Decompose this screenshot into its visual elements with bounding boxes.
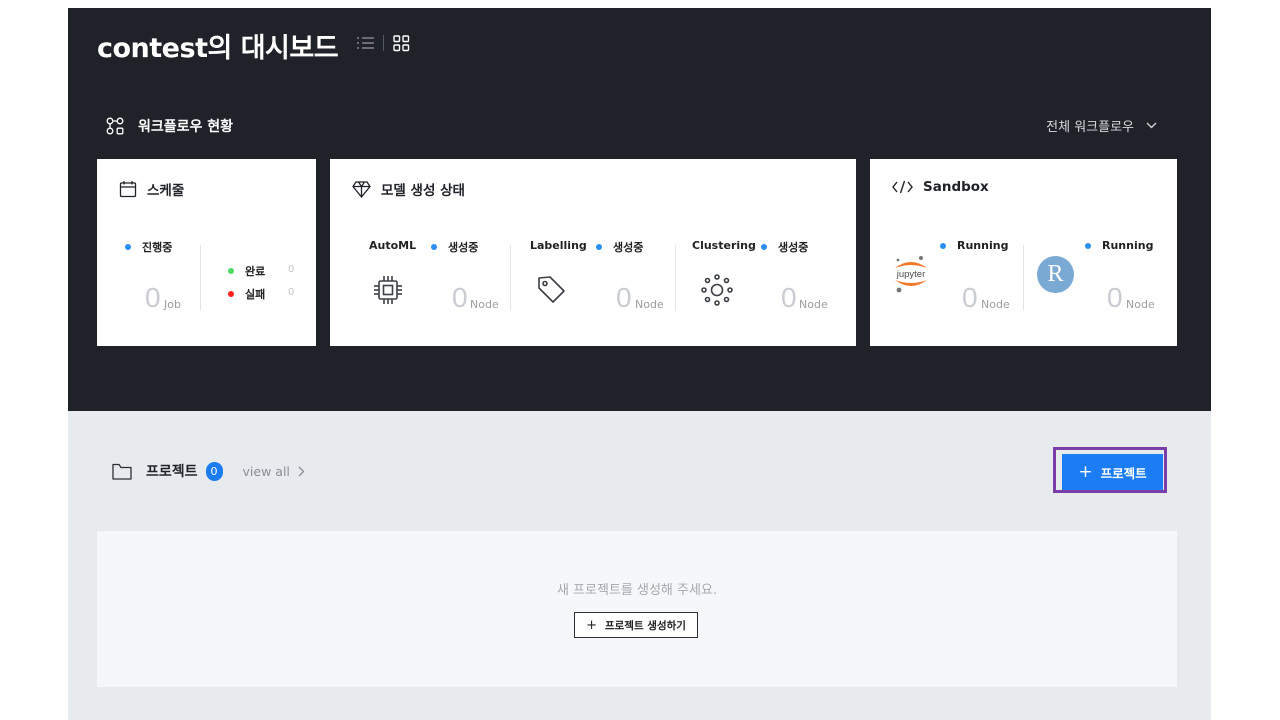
- schedule-divider: [200, 245, 201, 311]
- cluster-icon: [700, 273, 734, 311]
- status-dot: [431, 244, 437, 250]
- chevron-down-icon: [1146, 122, 1157, 129]
- add-project-label: 프로젝트: [1100, 465, 1147, 481]
- r-unit: Node: [1126, 298, 1155, 311]
- model-card-title: 모델 생성 상태: [352, 179, 465, 199]
- jupyter-status: Running: [940, 239, 1008, 252]
- clustering-status-label: 생성중: [778, 241, 809, 254]
- model-status-card: 모델 생성 상태 AutoML 생성중 0 Node Labelling 생성중…: [330, 159, 856, 346]
- dashboard-frame: contest의 대시보드 워크플로우 현황 전체 워크플로우 스케줄 진행중 …: [68, 8, 1211, 720]
- r-count: 0: [1107, 282, 1123, 313]
- status-dot: [940, 242, 946, 249]
- create-project-label: 프로젝트 생성하기: [604, 619, 686, 632]
- workflow-filter-label: 전체 워크플로우: [1046, 120, 1134, 135]
- create-project-button[interactable]: + 프로젝트 생성하기: [574, 612, 698, 638]
- empty-message: 새 프로젝트를 생성해 주세요.: [556, 583, 718, 598]
- automl-status: 생성중: [431, 239, 478, 255]
- failed-label: 실패: [245, 288, 266, 301]
- clustering-count: 0: [781, 282, 797, 313]
- automl-status-label: 생성중: [448, 241, 479, 254]
- folder-icon: [112, 463, 132, 480]
- model-divider-2: [675, 245, 676, 311]
- labelling-count: 0: [616, 282, 632, 313]
- legend-failed: 실패: [228, 286, 265, 302]
- project-count-badge: 0: [205, 461, 223, 481]
- jupyter-count: 0: [962, 282, 978, 313]
- status-dot: [761, 244, 767, 250]
- workflow-header-label: 워크플로우 현황: [138, 119, 234, 135]
- labelling-unit: Node: [635, 298, 664, 311]
- labelling-label: Labelling: [530, 239, 587, 252]
- workflow-header: 워크플로우 현황: [106, 116, 233, 136]
- project-header: 프로젝트 0 view all: [112, 461, 305, 481]
- jupyter-unit: Node: [981, 298, 1010, 311]
- view-toggle: [357, 34, 410, 52]
- sandbox-title: Sandbox: [923, 179, 989, 195]
- workflow-section: contest의 대시보드 워크플로우 현황 전체 워크플로우 스케줄 진행중 …: [68, 8, 1211, 411]
- schedule-status: 진행중: [125, 239, 172, 255]
- schedule-unit: Job: [164, 298, 181, 311]
- status-dot: [125, 244, 131, 250]
- completed-value: 0: [288, 264, 295, 275]
- view-all-label: view all: [242, 463, 290, 479]
- automl-unit: Node: [470, 298, 499, 311]
- failed-dot: [228, 291, 234, 297]
- model-divider-1: [510, 245, 511, 311]
- model-title: 모델 생성 상태: [381, 183, 465, 199]
- sandbox-card: Sandbox Running jupyter 0 Node Running R…: [870, 159, 1177, 346]
- jupyter-status-label: Running: [957, 239, 1009, 252]
- sandbox-divider: [1023, 245, 1024, 311]
- workflow-icon: [106, 117, 124, 135]
- code-icon: [892, 180, 913, 194]
- r-status: Running: [1085, 239, 1153, 252]
- labelling-status: 생성중: [596, 239, 643, 255]
- empty-project-panel: 새 프로젝트를 생성해 주세요. + 프로젝트 생성하기: [97, 531, 1177, 687]
- clustering-unit: Node: [799, 298, 828, 311]
- r-status-label: Running: [1102, 239, 1154, 252]
- plus-icon: +: [1078, 462, 1093, 482]
- schedule-card-title: 스케줄: [119, 179, 184, 199]
- sandbox-card-title: Sandbox: [892, 179, 989, 195]
- automl-label: AutoML: [369, 239, 417, 252]
- schedule-title: 스케줄: [147, 183, 185, 199]
- clustering-label: Clustering: [692, 239, 756, 252]
- chip-icon: [372, 274, 404, 310]
- plus-icon: +: [586, 617, 597, 633]
- r-logo-icon: R: [1037, 256, 1074, 293]
- diamond-icon: [352, 180, 371, 198]
- jupyter-logo-icon: jupyter: [892, 254, 930, 294]
- labelling-status-label: 생성중: [613, 241, 644, 254]
- list-view-icon[interactable]: [357, 34, 375, 52]
- clustering-status: 생성중: [761, 239, 808, 255]
- jupyter-logo-text: jupyter: [896, 269, 926, 280]
- view-all-link[interactable]: view all: [243, 464, 305, 479]
- workflow-filter-dropdown[interactable]: 전체 워크플로우: [1046, 116, 1157, 135]
- failed-value: 0: [288, 287, 295, 298]
- project-title: 프로젝트: [146, 464, 198, 480]
- completed-dot: [228, 268, 234, 274]
- automl-count: 0: [452, 282, 468, 313]
- completed-label: 완료: [245, 265, 266, 278]
- status-dot: [1085, 242, 1091, 249]
- grid-view-icon[interactable]: [392, 34, 410, 52]
- calendar-icon: [119, 180, 137, 198]
- legend-completed: 완료: [228, 263, 265, 279]
- status-dot: [596, 244, 602, 250]
- schedule-count: 0: [145, 282, 161, 313]
- chevron-right-icon: [298, 466, 305, 477]
- add-project-button[interactable]: + 프로젝트: [1062, 454, 1163, 490]
- view-toggle-divider: [383, 35, 384, 51]
- tag-icon: [536, 274, 566, 310]
- schedule-card: 스케줄 진행중 0 Job 완료 0 실패 0: [97, 159, 316, 346]
- schedule-status-label: 진행중: [142, 241, 173, 254]
- page-title: contest의 대시보드: [97, 33, 339, 64]
